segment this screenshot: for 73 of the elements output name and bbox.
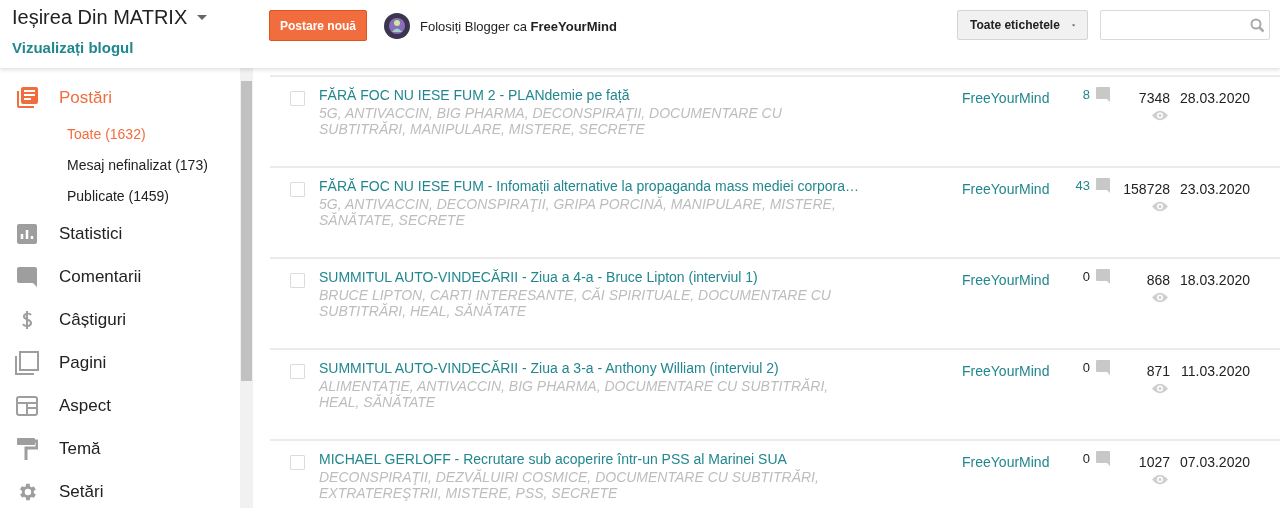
new-post-button[interactable]: Postare nouă xyxy=(269,10,367,41)
nav-subitem[interactable]: Publicate (1459) xyxy=(0,181,240,212)
search-icon[interactable] xyxy=(1250,17,1265,33)
nav-item[interactable]: Setări xyxy=(0,470,240,508)
checkbox[interactable] xyxy=(290,364,305,379)
eye-icon xyxy=(1152,110,1168,121)
view-count: 158728 xyxy=(1123,181,1170,197)
tag-list: 5G, ANTIVACCIN, DECONSPIRAŢII, GRIPA PORCINĂ, MANIPULARE, MISTERE, SĂNĂTATE, SECRETE xyxy=(319,196,849,228)
comment-count[interactable]: 43 xyxy=(1075,178,1090,193)
author-link[interactable]: FreeYourMind xyxy=(962,181,1060,197)
author-link[interactable]: FreeYourMind xyxy=(962,90,1060,106)
post-date: 11.03.2020 xyxy=(1179,363,1251,381)
eye-icon xyxy=(1152,474,1168,485)
posts-icon xyxy=(15,85,39,110)
blog-title[interactable]: Ieșirea Din MATRIX xyxy=(12,6,188,29)
author-link[interactable]: FreeYourMind xyxy=(962,272,1060,288)
nav-item[interactable]: Temă xyxy=(0,427,240,470)
checkbox[interactable] xyxy=(290,182,305,197)
tag-list: ALIMENTAŢIE, ANTIVACCIN, BIG PHARMA, DOCUMENTARE CU SUBTITRĂRI, HEAL, SĂNĂTATE xyxy=(319,378,849,410)
nav-subitem[interactable]: Mesaj nefinalizat (173) xyxy=(0,150,240,181)
tag-list: 5G, ANTIVACCIN, BIG PHARMA, DECONSPIRAŢII, DOCUMENTARE CU SUBTITRĂRI, MANIPULARE, MISTERE, SECRETE xyxy=(319,105,849,137)
checkbox[interactable] xyxy=(290,455,305,470)
comment-icon xyxy=(1096,360,1110,375)
checkbox[interactable] xyxy=(290,273,305,288)
view-count: 7348 xyxy=(1138,90,1170,106)
scrollbar[interactable] xyxy=(240,68,253,508)
comment-icon xyxy=(1096,269,1110,284)
nav-item[interactable]: Postări xyxy=(0,76,240,119)
post-title[interactable]: SUMMITUL AUTO-VINDECĂRII - Ziua a 4-a - Bruce Lipton (interviul 1) xyxy=(319,269,962,285)
post-title[interactable]: FĂRĂ FOC NU IESE FUM - Infomații alternative la propaganda mass mediei corpora… xyxy=(319,178,962,194)
post-title[interactable]: MICHAEL GERLOFF - Recrutare sub acoperire într-un PSS al Marinei SUA xyxy=(319,451,962,467)
comment-count[interactable]: 0 xyxy=(1082,451,1090,466)
post-title[interactable]: SUMMITUL AUTO-VINDECĂRII - Ziua a 3-a - Anthony William (interviul 2) xyxy=(319,360,962,376)
nav-item[interactable]: Statistici xyxy=(0,212,240,255)
paint-roller-icon xyxy=(16,436,38,461)
nav-subitem[interactable]: Toate (1632) xyxy=(0,119,240,150)
nav-item[interactable]: Pagini xyxy=(0,341,240,384)
comment-icon xyxy=(16,265,38,288)
eye-icon xyxy=(1152,201,1168,212)
pages-icon xyxy=(15,350,39,375)
post-date: 18.03.2020 xyxy=(1178,272,1251,290)
bar-chart-icon xyxy=(16,222,38,245)
post-date: 07.03.2020 xyxy=(1178,454,1251,472)
comment-count[interactable]: 0 xyxy=(1082,269,1090,284)
comment-count[interactable]: 0 xyxy=(1082,360,1090,375)
comment-icon xyxy=(1096,178,1110,193)
caret-icon xyxy=(1071,22,1075,28)
avatar[interactable] xyxy=(384,13,410,39)
tag-list: BRUCE LIPTON, CARTI INTERESANTE, CĂI SPIRITUALE, DOCUMENTARE CU SUBTITRĂRI, HEAL, SĂNĂTATE xyxy=(319,287,849,319)
comment-icon xyxy=(1096,87,1110,102)
eye-icon xyxy=(1152,383,1168,394)
author-link[interactable]: FreeYourMind xyxy=(962,363,1060,379)
post-title[interactable]: FĂRĂ FOC NU IESE FUM 2 - PLANdemie pe față xyxy=(319,87,962,103)
post-date: 28.03.2020 xyxy=(1178,90,1251,108)
eye-icon xyxy=(1152,292,1168,303)
user-text: Folosiți Blogger ca FreeYourMind xyxy=(420,18,617,34)
author-link[interactable]: FreeYourMind xyxy=(962,454,1060,470)
view-blog-link[interactable]: Vizualizați blogul xyxy=(12,39,269,56)
view-count: 871 xyxy=(1146,363,1170,379)
caret-icon[interactable] xyxy=(197,15,208,20)
nav-item[interactable]: Comentarii xyxy=(0,255,240,298)
post-date: 23.03.2020 xyxy=(1178,181,1251,199)
checkbox[interactable] xyxy=(290,91,305,106)
tag-list: DECONSPIRAŢII, DEZVĂLUIRI COSMICE, DOCUMENTARE CU SUBTITRĂRI, EXTRATEREŞTRII, MISTERE, PSS, SECRETE xyxy=(319,469,849,501)
comment-icon xyxy=(1096,451,1110,466)
labels-dropdown[interactable]: Toate etichetele xyxy=(957,10,1088,40)
view-count: 1027 xyxy=(1138,454,1170,470)
nav-item[interactable]: Câștiguri xyxy=(0,298,240,341)
comment-count[interactable]: 8 xyxy=(1082,87,1090,102)
layout-icon xyxy=(16,394,38,417)
view-count: 868 xyxy=(1146,272,1170,288)
search-field[interactable] xyxy=(1100,10,1270,40)
nav-item[interactable]: Aspect xyxy=(0,384,240,427)
